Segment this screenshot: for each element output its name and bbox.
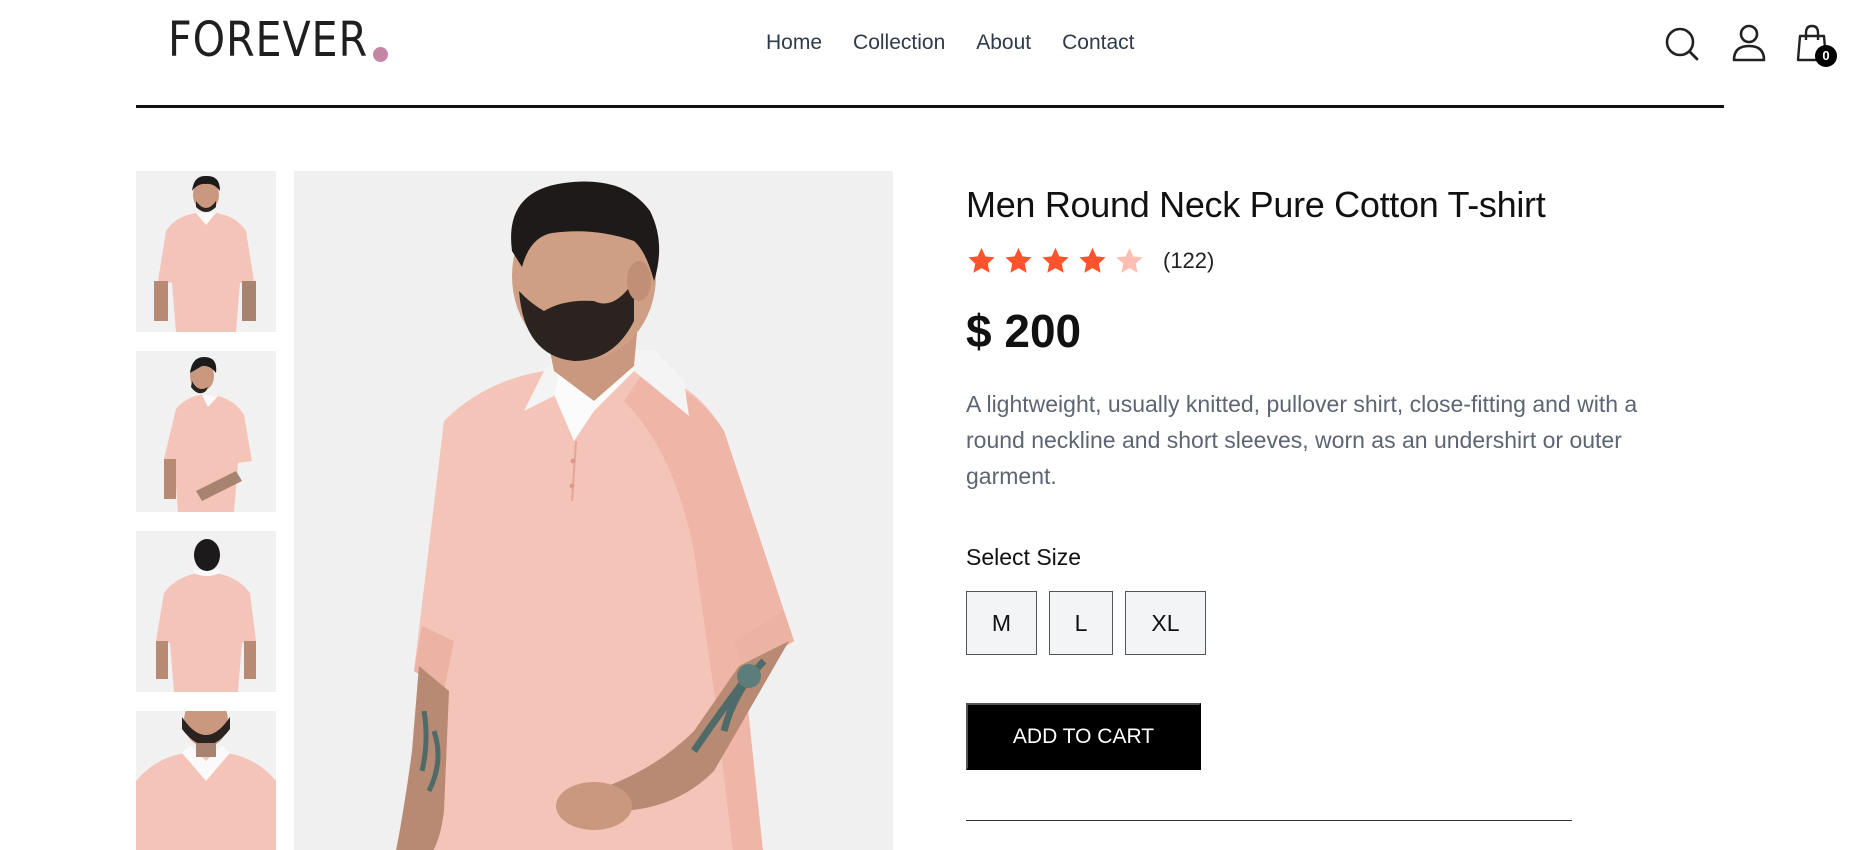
add-to-cart-button[interactable]: ADD TO CART (966, 703, 1201, 770)
thumbnail-side[interactable] (136, 351, 276, 512)
star-filled-icon (968, 247, 995, 273)
logo-text: FOREVER (168, 12, 369, 68)
thumbnail-list (136, 171, 276, 850)
size-options: M L XL (966, 591, 1706, 655)
star-empty-icon (1116, 247, 1143, 273)
profile-icon[interactable] (1729, 22, 1769, 66)
cart-count-badge: 0 (1815, 45, 1837, 67)
review-count: (122) (1163, 248, 1215, 273)
logo-dot (372, 47, 388, 62)
star-filled-icon (1079, 247, 1106, 273)
cart-icon[interactable]: 0 (1794, 22, 1837, 67)
product-price: $ 200 (966, 305, 1082, 357)
nav-contact[interactable]: Contact (1062, 31, 1134, 55)
thumbnail-back[interactable] (136, 531, 276, 692)
thumbnail-front[interactable] (136, 171, 276, 332)
star-filled-icon (1005, 247, 1032, 273)
star-filled-icon (1042, 247, 1069, 273)
product-title: Men Round Neck Pure Cotton T-shirt (966, 184, 1546, 225)
header-icons: 0 (1526, 22, 1837, 72)
main-product-image (294, 171, 893, 850)
thumbnail-closeup[interactable] (136, 711, 276, 850)
product-rating: (122) (966, 246, 1706, 276)
size-button-m[interactable]: M (966, 591, 1037, 655)
size-button-xl[interactable]: XL (1125, 591, 1206, 655)
nav-collection[interactable]: Collection (853, 31, 945, 55)
logo[interactable]: FOREVER (168, 14, 388, 66)
star-rating (966, 246, 1145, 276)
main-nav: Home Collection About Contact (766, 31, 1135, 55)
search-icon[interactable] (1662, 22, 1702, 66)
product-description: A lightweight, usually knitted, pullover… (966, 391, 1638, 489)
product-info: Men Round Neck Pure Cotton T-shirt (122)… (966, 184, 1706, 821)
nav-about[interactable]: About (976, 31, 1031, 55)
size-label: Select Size (966, 544, 1082, 570)
nav-home[interactable]: Home (766, 31, 822, 55)
site-header: FOREVER Home Collection About Contact 0 (136, 0, 1837, 108)
divider (966, 820, 1572, 821)
size-button-l[interactable]: L (1049, 591, 1113, 655)
